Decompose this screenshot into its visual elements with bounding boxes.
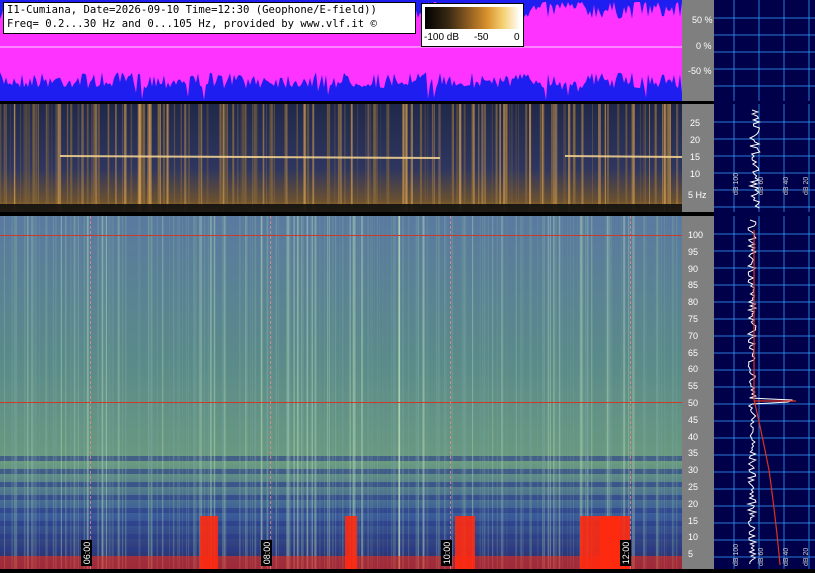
- colorbar-right-label: 0: [514, 32, 520, 43]
- time-grid-line: [270, 216, 271, 569]
- efield-tick: 100: [688, 230, 703, 240]
- geo-tick: 25: [690, 118, 700, 128]
- header-line-2: Freq= 0.2...30 Hz and 0...105 Hz, provid…: [4, 17, 415, 31]
- time-label: 10:00: [441, 540, 452, 566]
- wave-tick: -50 %: [688, 66, 712, 76]
- efield-tick: 35: [688, 448, 698, 458]
- colorbar-left-label: -100 dB: [424, 32, 459, 43]
- efield-tick: 55: [688, 381, 698, 391]
- efield-tick: 20: [688, 499, 698, 509]
- efield-tick: 60: [688, 364, 698, 374]
- side-scale-label: dB 60: [758, 548, 765, 566]
- profile-trace: dB 100 dB 100 dB 60 dB 60 dB 40 dB 40 dB 20 dB …: [714, 0, 815, 569]
- efield-tick: 40: [688, 432, 698, 442]
- time-grid-line: [90, 216, 91, 569]
- geo-tick: 5 Hz: [688, 190, 707, 200]
- efield-tick: 80: [688, 297, 698, 307]
- efield-tick: 50: [688, 398, 698, 408]
- efield-tick: 15: [688, 516, 698, 526]
- efield-tick: 85: [688, 280, 698, 290]
- side-scale-label: dB 20: [803, 548, 810, 566]
- efield-tick: 5: [688, 549, 693, 559]
- geo-tick: 15: [690, 152, 700, 162]
- geophone-axis: 25 20 15 10 5 Hz: [682, 104, 714, 212]
- side-scale-label: dB 40: [783, 177, 790, 195]
- efield-spectrogram: [0, 216, 682, 569]
- wave-tick: 50 %: [692, 15, 713, 25]
- side-scale-label: dB 40: [783, 548, 790, 566]
- side-scale-label: dB 100: [733, 544, 740, 566]
- time-label: 06:00: [81, 540, 92, 566]
- mains-100hz-line: [0, 235, 682, 236]
- efield-tick: 70: [688, 331, 698, 341]
- side-scale-label: dB 100: [733, 173, 740, 195]
- colorbar-mid-label: -50: [474, 32, 488, 43]
- efield-tick: 75: [688, 314, 698, 324]
- colorbar-legend: -100 dB -50 0: [421, 3, 524, 47]
- header-line-1: I1-Cumiana, Date=2026-09-10 Time=12:30 (…: [4, 3, 415, 17]
- spectrogram-image: [0, 104, 682, 212]
- time-label: 08:00: [261, 540, 272, 566]
- efield-tick: 30: [688, 465, 698, 475]
- spectrogram-image: [0, 216, 682, 569]
- efield-tick: 45: [688, 415, 698, 425]
- profile-column: dB 100 dB 100 dB 60 dB 60 dB 40 dB 40 dB 20 dB …: [714, 0, 815, 569]
- efield-tick: 90: [688, 264, 698, 274]
- side-scale-label: dB 20: [803, 177, 810, 195]
- geo-tick: 20: [690, 135, 700, 145]
- geo-tick: 10: [690, 169, 700, 179]
- header-info-box: I1-Cumiana, Date=2026-09-10 Time=12:30 (…: [3, 2, 416, 34]
- time-label: 12:00: [620, 540, 631, 566]
- time-grid-line: [630, 216, 631, 569]
- waveform-axis: 50 % 0 % -50 %: [682, 0, 714, 101]
- efield-tick: 25: [688, 482, 698, 492]
- efield-tick: 65: [688, 348, 698, 358]
- mains-50hz-line: [0, 402, 682, 403]
- geophone-spectrogram: [0, 104, 682, 212]
- efield-tick: 95: [688, 247, 698, 257]
- side-scale-label: dB 60: [758, 177, 765, 195]
- time-grid-line: [450, 216, 451, 569]
- efield-tick: 10: [688, 532, 698, 542]
- colorbar-gradient: [425, 7, 520, 29]
- efield-axis: 100 95 90 85 80 75 70 65 60 55 50 45 40 35 30 25 20 15 10 5: [682, 216, 714, 569]
- wave-tick: 0 %: [696, 41, 712, 51]
